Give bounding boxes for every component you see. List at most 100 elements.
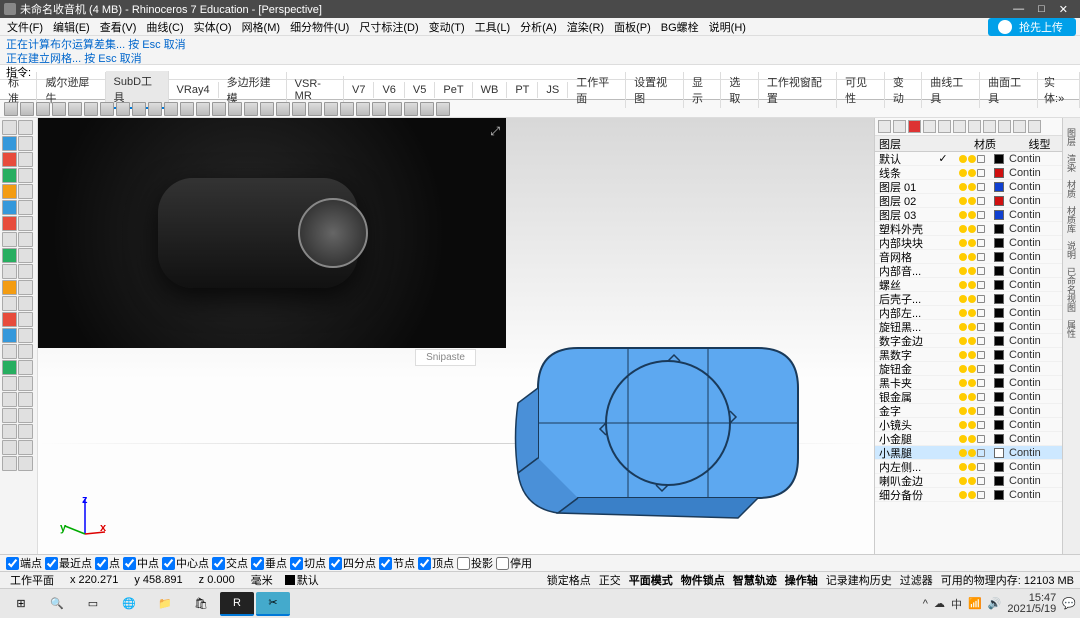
visibility-icon[interactable] bbox=[959, 267, 967, 275]
tool-24[interactable] bbox=[2, 312, 17, 327]
tray-wifi-icon[interactable]: 📶 bbox=[968, 597, 982, 610]
toolbar-btn-1[interactable] bbox=[20, 102, 34, 116]
osnap-check-12[interactable] bbox=[496, 557, 509, 570]
tool-8[interactable] bbox=[2, 184, 17, 199]
tool-36[interactable] bbox=[2, 408, 17, 423]
tool-14[interactable] bbox=[2, 232, 17, 247]
tool-40[interactable] bbox=[2, 440, 17, 455]
tool-15[interactable] bbox=[18, 232, 33, 247]
status-unit[interactable]: 毫米 bbox=[247, 572, 277, 588]
status-smarttrack[interactable]: 智慧轨迹 bbox=[733, 572, 777, 588]
visibility-icon[interactable] bbox=[959, 323, 967, 331]
layer-linetype[interactable]: Contin bbox=[1007, 391, 1062, 403]
menu-view[interactable]: 查看(V) bbox=[97, 19, 140, 35]
tool-37[interactable] bbox=[18, 408, 33, 423]
osnap-11[interactable]: 投影 bbox=[457, 555, 493, 571]
lock2-icon[interactable] bbox=[977, 253, 985, 261]
tool-26[interactable] bbox=[2, 328, 17, 343]
color-swatch[interactable] bbox=[994, 476, 1004, 486]
status-layer[interactable]: 默认 bbox=[285, 572, 319, 588]
tool-7[interactable] bbox=[18, 168, 33, 183]
menu-panels[interactable]: 面板(P) bbox=[611, 19, 654, 35]
lock-icon[interactable] bbox=[968, 225, 976, 233]
toolbar-btn-4[interactable] bbox=[68, 102, 82, 116]
menu-edit[interactable]: 编辑(E) bbox=[50, 19, 93, 35]
panel-btn-9[interactable] bbox=[1013, 120, 1026, 133]
tool-32[interactable] bbox=[2, 376, 17, 391]
menu-transform[interactable]: 变动(T) bbox=[426, 19, 468, 35]
tool-23[interactable] bbox=[18, 296, 33, 311]
tool-4[interactable] bbox=[2, 152, 17, 167]
toolbar-btn-13[interactable] bbox=[212, 102, 226, 116]
toolbar-btn-26[interactable] bbox=[420, 102, 434, 116]
osnap-check-7[interactable] bbox=[290, 557, 303, 570]
tool-28[interactable] bbox=[2, 344, 17, 359]
tool-12[interactable] bbox=[2, 216, 17, 231]
tabs-more[interactable]: 实体:» bbox=[1038, 72, 1080, 108]
tray-ime-icon[interactable]: 中 bbox=[951, 596, 962, 612]
panel-btn-8[interactable] bbox=[998, 120, 1011, 133]
layer-linetype[interactable]: Contin bbox=[1007, 405, 1062, 417]
tab-10[interactable]: WB bbox=[473, 82, 508, 98]
color-swatch[interactable] bbox=[994, 196, 1004, 206]
layer-linetype[interactable]: Contin bbox=[1007, 321, 1062, 333]
visibility-icon[interactable] bbox=[959, 197, 967, 205]
color-swatch[interactable] bbox=[994, 210, 1004, 220]
layer-linetype[interactable]: Contin bbox=[1007, 349, 1062, 361]
panel-btn-7[interactable] bbox=[983, 120, 996, 133]
visibility-icon[interactable] bbox=[959, 449, 967, 457]
toolbar-btn-15[interactable] bbox=[244, 102, 258, 116]
visibility-icon[interactable] bbox=[959, 281, 967, 289]
tab-21[interactable]: 曲面工具 bbox=[980, 72, 1038, 108]
side-tab-4[interactable]: 说明 bbox=[1065, 241, 1078, 259]
side-tab-5[interactable]: 已命名视图 bbox=[1065, 267, 1078, 312]
layer-linetype[interactable]: Contin bbox=[1007, 209, 1062, 221]
lock2-icon[interactable] bbox=[977, 351, 985, 359]
lock-icon[interactable] bbox=[968, 183, 976, 191]
color-swatch[interactable] bbox=[994, 224, 1004, 234]
status-filter[interactable]: 过滤器 bbox=[900, 572, 933, 588]
color-swatch[interactable] bbox=[994, 182, 1004, 192]
tool-5[interactable] bbox=[18, 152, 33, 167]
lock2-icon[interactable] bbox=[977, 169, 985, 177]
visibility-icon[interactable] bbox=[959, 365, 967, 373]
panel-btn-6[interactable] bbox=[968, 120, 981, 133]
status-osnap[interactable]: 物件锁点 bbox=[681, 572, 725, 588]
lock-icon[interactable] bbox=[968, 351, 976, 359]
color-swatch[interactable] bbox=[994, 350, 1004, 360]
tab-12[interactable]: JS bbox=[538, 82, 568, 98]
clock[interactable]: 15:472021/5/19 bbox=[1007, 593, 1056, 615]
color-swatch[interactable] bbox=[994, 378, 1004, 388]
layer-col-name[interactable]: 图层 bbox=[875, 136, 953, 151]
expand-icon[interactable]: ⤢ bbox=[490, 124, 500, 139]
lock2-icon[interactable] bbox=[977, 323, 985, 331]
lock-icon[interactable] bbox=[968, 463, 976, 471]
tab-9[interactable]: PeT bbox=[435, 82, 472, 98]
layer-linetype[interactable]: Contin bbox=[1007, 489, 1062, 501]
tool-11[interactable] bbox=[18, 200, 33, 215]
osnap-check-3[interactable] bbox=[123, 557, 136, 570]
tool-16[interactable] bbox=[2, 248, 17, 263]
toolbar-btn-27[interactable] bbox=[436, 102, 450, 116]
lock-icon[interactable] bbox=[968, 281, 976, 289]
lock2-icon[interactable] bbox=[977, 393, 985, 401]
visibility-icon[interactable] bbox=[959, 239, 967, 247]
layer-linetype[interactable]: Contin bbox=[1007, 475, 1062, 487]
tab-20[interactable]: 曲线工具 bbox=[922, 72, 980, 108]
color-swatch[interactable] bbox=[994, 280, 1004, 290]
layer-linetype[interactable]: Contin bbox=[1007, 223, 1062, 235]
color-swatch[interactable] bbox=[994, 448, 1004, 458]
layer-col-material[interactable]: 材质 bbox=[953, 136, 1017, 151]
lock-icon[interactable] bbox=[968, 491, 976, 499]
osnap-8[interactable]: 四分点 bbox=[329, 555, 376, 571]
panel-btn-0[interactable] bbox=[878, 120, 891, 133]
menu-mesh[interactable]: 网格(M) bbox=[239, 19, 284, 35]
maximize-button[interactable]: □ bbox=[1038, 3, 1045, 16]
visibility-icon[interactable] bbox=[959, 309, 967, 317]
menu-curve[interactable]: 曲线(C) bbox=[143, 19, 186, 35]
osnap-check-2[interactable] bbox=[95, 557, 108, 570]
tab-17[interactable]: 工作视窗配置 bbox=[759, 72, 837, 108]
lock-icon[interactable] bbox=[968, 407, 976, 415]
menu-analyze[interactable]: 分析(A) bbox=[517, 19, 560, 35]
tab-18[interactable]: 可见性 bbox=[837, 72, 885, 108]
